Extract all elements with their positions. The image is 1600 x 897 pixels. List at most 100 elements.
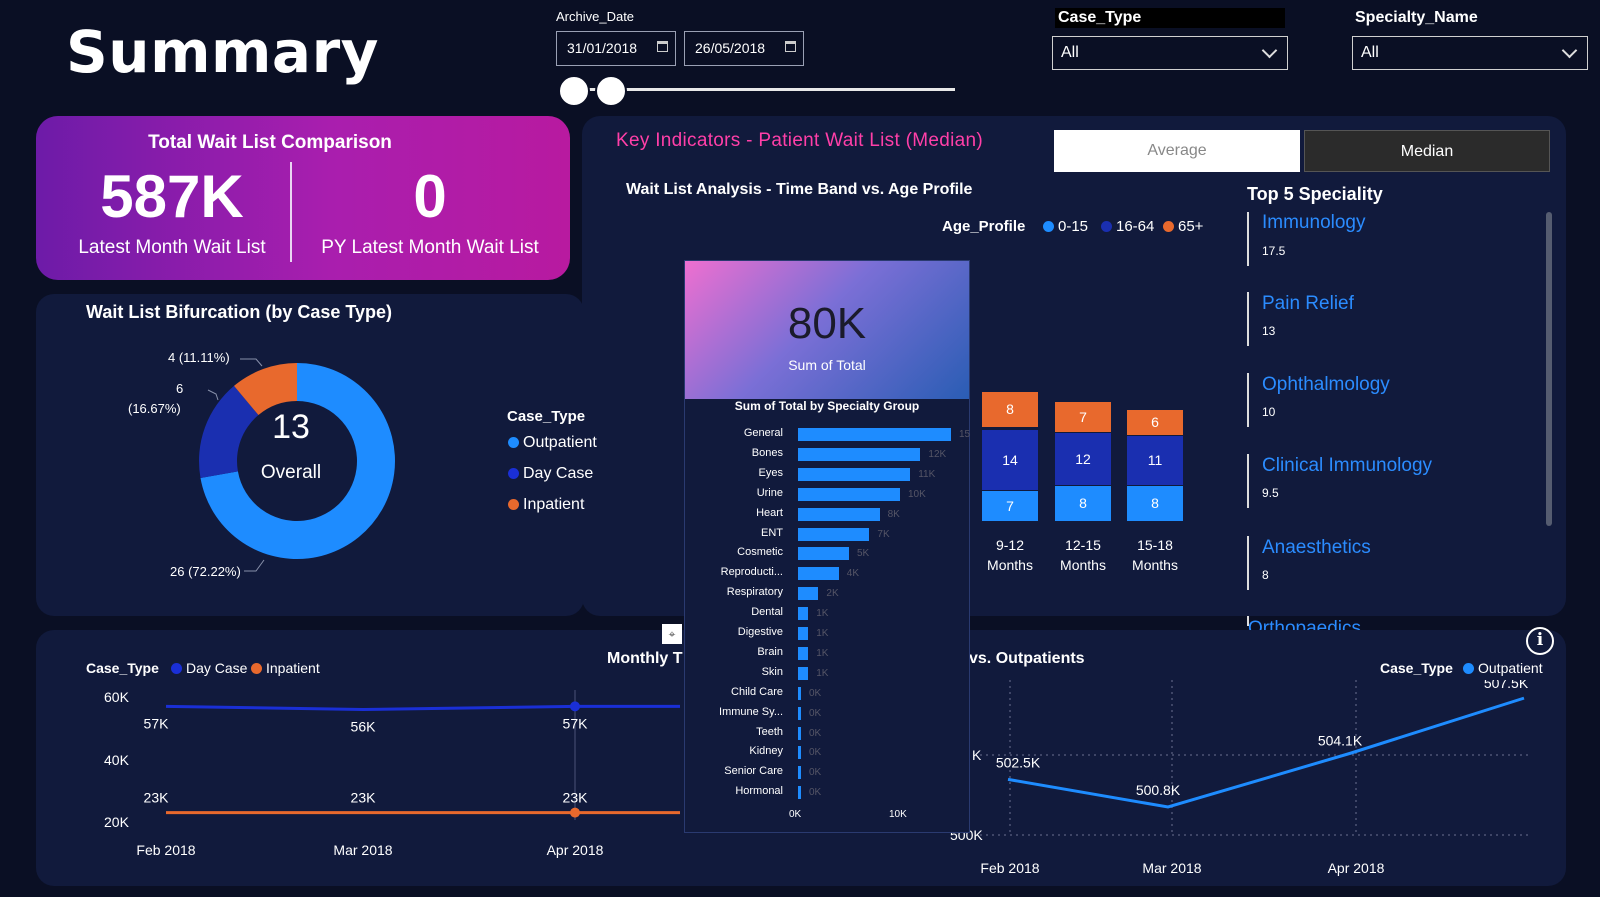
- legend-daycase[interactable]: Day Case: [508, 465, 593, 483]
- latest-month-label: Latest Month Wait List: [78, 237, 266, 258]
- specialty-bar[interactable]: [798, 646, 809, 660]
- stacked-bar-65plus[interactable]: 8: [982, 392, 1038, 427]
- stacked-bar-16-64[interactable]: 12: [1055, 433, 1111, 485]
- x-tick-label: Feb 2018: [136, 842, 195, 858]
- specialty-bar[interactable]: [798, 527, 870, 541]
- specialty-bar[interactable]: [798, 686, 801, 700]
- start-date-value: 31/01/2018: [567, 40, 638, 56]
- specialty-bar[interactable]: [798, 666, 809, 680]
- spec-name[interactable]: Immunology: [1262, 212, 1366, 234]
- series-line-day-case[interactable]: [165, 704, 680, 712]
- legend-age-16-64[interactable]: 16-64: [1101, 218, 1154, 235]
- average-toggle-button[interactable]: Average: [1054, 130, 1300, 172]
- specialty-bar[interactable]: [798, 706, 801, 720]
- legend-age-0-15[interactable]: 0-15: [1043, 218, 1088, 235]
- monthly-chart-title: Monthly T: [607, 650, 683, 667]
- pin-icon[interactable]: ⌖: [662, 624, 682, 644]
- spec-name[interactable]: Clinical Immunology: [1262, 455, 1432, 477]
- series-line-outpatient[interactable]: [1007, 696, 1525, 809]
- bar-value-label: 0K: [809, 747, 822, 759]
- spec-value: 10: [1262, 405, 1276, 419]
- bar-category-label: Immune Sy...: [719, 705, 783, 718]
- date-slider-start-handle[interactable]: [558, 75, 590, 107]
- bar-value-label: 2K: [826, 588, 839, 600]
- specialty-bar[interactable]: [798, 567, 839, 581]
- stacked-bar-16-64[interactable]: 14: [982, 430, 1038, 490]
- legend-inpatient[interactable]: Inpatient: [251, 660, 320, 676]
- date-slider-end-handle[interactable]: [595, 75, 627, 107]
- tooltip-value-label: Sum of Total: [788, 357, 866, 373]
- legend-inpatient[interactable]: Inpatient: [508, 496, 584, 514]
- spec-name[interactable]: Orthopaedics: [1248, 618, 1428, 630]
- specialty-bar[interactable]: [798, 746, 801, 760]
- legend-label: Inpatient: [266, 660, 320, 676]
- start-date-input[interactable]: 31/01/2018: [556, 31, 676, 66]
- spec-divider: [1247, 212, 1249, 266]
- stacked-bar-65plus[interactable]: 6: [1127, 410, 1183, 435]
- data-point[interactable]: [570, 807, 580, 818]
- bar-category-label: Skin: [761, 665, 783, 678]
- axis-tick: 0K: [789, 809, 802, 820]
- key-indicators-title: Key Indicators - Patient Wait List (Medi…: [616, 130, 983, 151]
- calendar-icon[interactable]: [657, 41, 668, 52]
- donut-leader-lines: [207, 358, 265, 572]
- stacked-bar-65plus[interactable]: 7: [1055, 402, 1111, 432]
- calendar-icon[interactable]: [785, 41, 796, 52]
- outpatient-chart-title: vs. Outpatients: [969, 650, 1085, 667]
- legend-daycase[interactable]: Day Case: [171, 660, 247, 676]
- legend-dot-icon: [1043, 221, 1054, 232]
- bar-value-label: 1K: [816, 667, 829, 679]
- legend-age-65-plus[interactable]: 65+: [1163, 218, 1203, 235]
- top5-title: Top 5 Speciality: [1247, 184, 1383, 204]
- specialty-bar[interactable]: [798, 547, 849, 561]
- end-date-input[interactable]: 26/05/2018: [684, 31, 804, 66]
- x-tick-label: Mar 2018: [1142, 860, 1201, 876]
- specialty-bar[interactable]: [798, 627, 809, 640]
- spec-name[interactable]: Anaesthetics: [1262, 537, 1371, 559]
- case-type-dropdown[interactable]: All: [1052, 36, 1288, 70]
- specialty-dropdown[interactable]: All: [1352, 36, 1588, 70]
- specialty-bar[interactable]: [798, 428, 951, 441]
- x-tick-label: Feb 2018: [980, 860, 1039, 876]
- spec-divider: [1247, 536, 1249, 590]
- stacked-bar-0-15[interactable]: 8: [1055, 486, 1111, 521]
- specialty-bar[interactable]: [798, 467, 911, 481]
- data-point[interactable]: [570, 701, 580, 712]
- bar-category-label: Eyes: [758, 466, 783, 479]
- bar-value-label: 1K: [816, 608, 829, 620]
- specialty-bar[interactable]: [798, 766, 801, 780]
- specialty-bar[interactable]: [798, 487, 900, 501]
- stacked-bar-0-15[interactable]: 7: [982, 491, 1038, 521]
- legend-outpatient[interactable]: Outpatient: [508, 434, 597, 452]
- specialty-bar[interactable]: [798, 786, 801, 800]
- median-toggle-button[interactable]: Median: [1304, 130, 1550, 172]
- data-label: 504.1K: [1318, 732, 1363, 748]
- legend-outpatient[interactable]: Outpatient: [1463, 660, 1543, 676]
- spec-divider: [1247, 292, 1249, 346]
- date-slider-track[interactable]: [570, 88, 955, 91]
- stacked-bar-0-15[interactable]: 8: [1127, 486, 1183, 521]
- bar-category-label: Dental: [751, 606, 783, 619]
- spec-name[interactable]: Ophthalmology: [1262, 374, 1390, 396]
- legend-dot-icon: [508, 499, 519, 510]
- legend-dot-icon: [1101, 221, 1112, 232]
- bar-value-label: 10K: [908, 488, 926, 500]
- stacked-bar-16-64[interactable]: 11: [1127, 436, 1183, 485]
- specialty-bar[interactable]: [798, 587, 819, 601]
- info-icon[interactable]: i: [1526, 627, 1554, 655]
- outpatient-trend-chart[interactable]: K500KFeb 2018 Mar 2018 Apr 2018502.5K500.8…: [950, 680, 1550, 880]
- specialty-bar[interactable]: [798, 726, 801, 740]
- data-label: 56K: [351, 719, 377, 735]
- spec-divider: [1247, 454, 1249, 508]
- specialty-bar[interactable]: [798, 507, 880, 521]
- top5-scrollbar[interactable]: [1546, 212, 1552, 526]
- band-label-line2: Months: [1060, 557, 1106, 573]
- spec-name[interactable]: Pain Relief: [1262, 293, 1354, 315]
- specialty-bar[interactable]: [798, 447, 921, 461]
- legend-label: 65+: [1178, 218, 1204, 235]
- bar-value-label: 7K: [877, 528, 890, 540]
- band-label-line1: 12-15: [1065, 537, 1101, 553]
- spec-value: 9.5: [1262, 486, 1279, 500]
- monthly-trend-chart[interactable]: 60K 40K 20K Feb 2018 Mar 2018 Apr 2018 57K 56K 5…: [80, 680, 690, 880]
- specialty-bar[interactable]: [798, 607, 809, 621]
